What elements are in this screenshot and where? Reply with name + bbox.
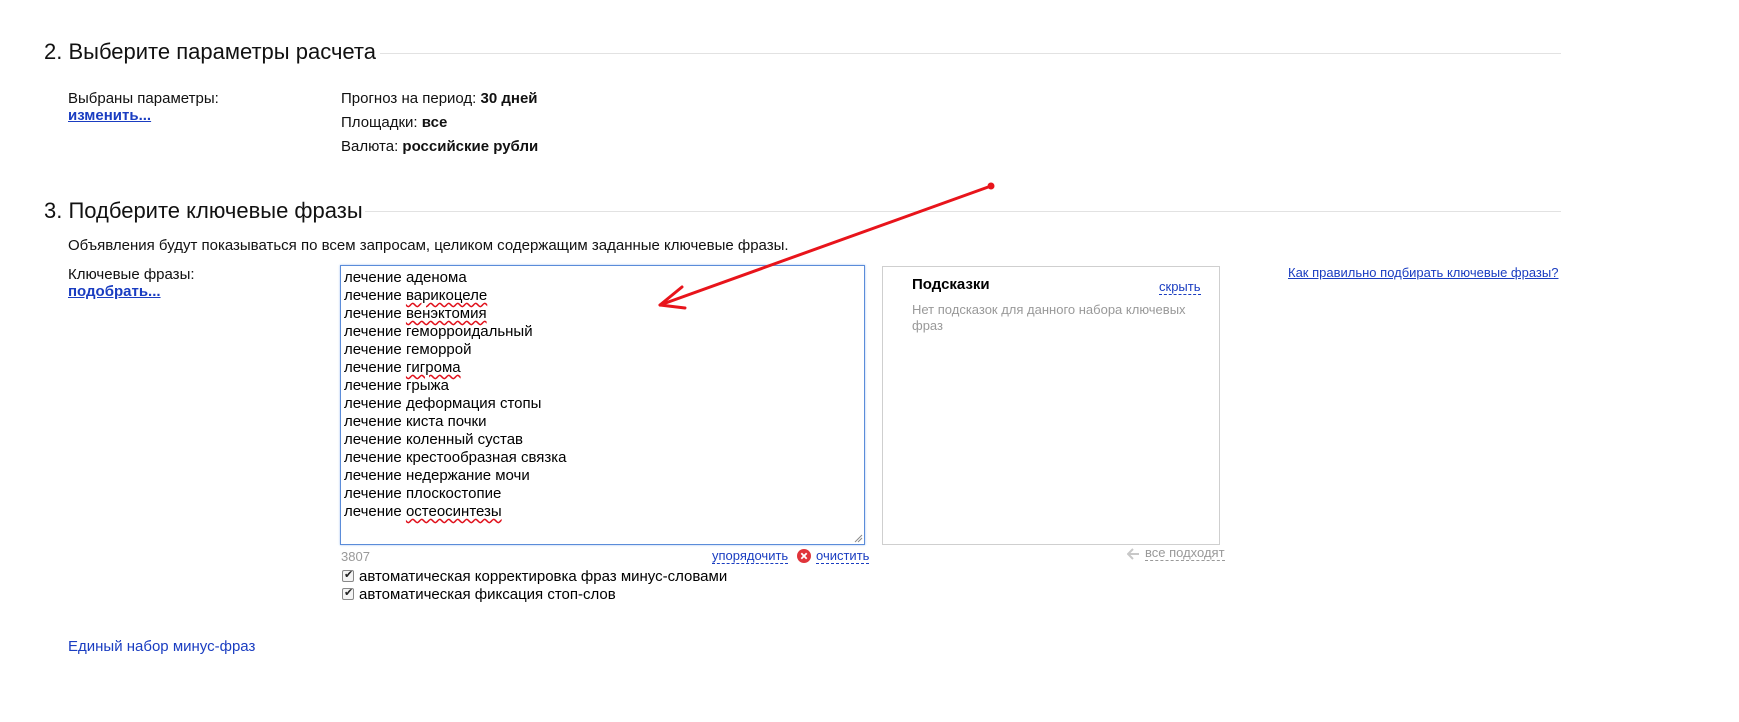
left-arrow-icon xyxy=(1126,547,1140,560)
section-2-title: 2. Выберите параметры расчета xyxy=(44,39,376,64)
keyword-term: геморроидальный xyxy=(405,323,533,340)
keyword-term: варикоцеле xyxy=(405,287,488,304)
keyword-term: киста почки xyxy=(405,413,487,430)
clear-link[interactable]: очистить xyxy=(816,548,870,564)
currency-row: Валюта: российские рубли xyxy=(341,138,538,155)
keyword-term: крестообразная связка xyxy=(405,449,567,466)
forecast-period-label: Прогноз на период: xyxy=(341,90,481,107)
keyword-term: деформация стопы xyxy=(405,395,542,412)
keyword-prefix: лечение xyxy=(344,485,406,502)
minus-phrases-link[interactable]: Единый набор минус-фраз xyxy=(68,638,255,655)
keyword-prefix: лечение xyxy=(344,377,406,394)
pick-keywords-link[interactable]: подобрать... xyxy=(68,283,161,300)
keyword-line: лечение остеосинтезы xyxy=(344,503,864,521)
keyword-prefix: лечение xyxy=(344,323,406,340)
keyword-line: лечение плоскостопие xyxy=(344,485,864,503)
stopwords-checkbox-label: автоматическая фиксация стоп-слов xyxy=(359,586,616,603)
selected-params-label: Выбраны параметры: xyxy=(68,90,219,107)
platforms-value: все xyxy=(421,114,448,131)
sort-link[interactable]: упорядочить xyxy=(712,548,789,564)
keyword-line: лечение коленный сустав xyxy=(344,431,864,449)
keyword-line: лечение грыжа xyxy=(344,377,864,395)
keyword-term: грыжа xyxy=(405,377,449,394)
keyword-prefix: лечение xyxy=(344,269,406,286)
section-2-divider xyxy=(380,53,1561,54)
help-keywords-link[interactable]: Как правильно подбирать ключевые фразы? xyxy=(1288,265,1558,280)
all-fit-link[interactable]: все подходят xyxy=(1145,545,1225,561)
keywords-label: Ключевые фразы: xyxy=(68,266,195,283)
keyword-line: лечение геморроидальный xyxy=(344,323,864,341)
keyword-term: остеосинтезы xyxy=(405,503,502,520)
stopwords-checkbox-row[interactable]: автоматическая фиксация стоп-слов xyxy=(341,586,616,603)
autocorrect-checkbox-row[interactable]: автоматическая корректировка фраз минус-… xyxy=(341,568,727,585)
keyword-prefix: лечение xyxy=(344,395,406,412)
keyword-term: аденома xyxy=(405,269,467,286)
keyword-term: плоскостопие xyxy=(405,485,502,502)
keyword-term: геморрой xyxy=(405,341,472,358)
forecast-period-row: Прогноз на период: 30 дней xyxy=(341,90,538,107)
keyword-line: лечение недержание мочи xyxy=(344,467,864,485)
keyword-line: лечение гигрома xyxy=(344,359,864,377)
keyword-prefix: лечение xyxy=(344,449,406,466)
keyword-line: лечение киста почки xyxy=(344,413,864,431)
resize-grip-icon[interactable] xyxy=(853,533,863,543)
keyword-prefix: лечение xyxy=(344,287,406,304)
annotation-arrow-icon xyxy=(658,182,995,310)
keyword-prefix: лечение xyxy=(344,341,406,358)
keyword-line: лечение геморрой xyxy=(344,341,864,359)
keyword-prefix: лечение xyxy=(344,359,406,376)
keyword-term: недержание мочи xyxy=(405,467,530,484)
keyword-line: лечение крестообразная связка xyxy=(344,449,864,467)
currency-value: российские рубли xyxy=(402,138,539,155)
keyword-term: коленный сустав xyxy=(405,431,524,448)
keyword-prefix: лечение xyxy=(344,503,406,520)
platforms-row: Площадки: все xyxy=(341,114,447,131)
section-3-title: 3. Подберите ключевые фразы xyxy=(44,198,363,223)
keyword-line: лечение деформация стопы xyxy=(344,395,864,413)
change-params-link[interactable]: изменить... xyxy=(68,107,151,124)
keyword-term: гигрома xyxy=(405,359,461,376)
char-count: 3807 xyxy=(341,549,370,564)
platforms-label: Площадки: xyxy=(341,114,422,131)
forecast-period-value: 30 дней xyxy=(480,90,538,107)
autocorrect-checkbox-label: автоматическая корректировка фраз минус-… xyxy=(359,568,728,585)
keyword-term: венэктомия xyxy=(405,305,487,322)
keyword-prefix: лечение xyxy=(344,413,406,430)
clear-x-icon[interactable] xyxy=(797,549,811,563)
keyword-prefix: лечение xyxy=(344,467,406,484)
autocorrect-checkbox[interactable] xyxy=(342,568,354,582)
keyword-prefix: лечение xyxy=(344,305,406,322)
stopwords-checkbox[interactable] xyxy=(342,586,354,600)
currency-label: Валюта: xyxy=(341,138,403,155)
keyword-prefix: лечение xyxy=(344,431,406,448)
hide-tips-link[interactable]: скрыть xyxy=(1159,279,1201,295)
